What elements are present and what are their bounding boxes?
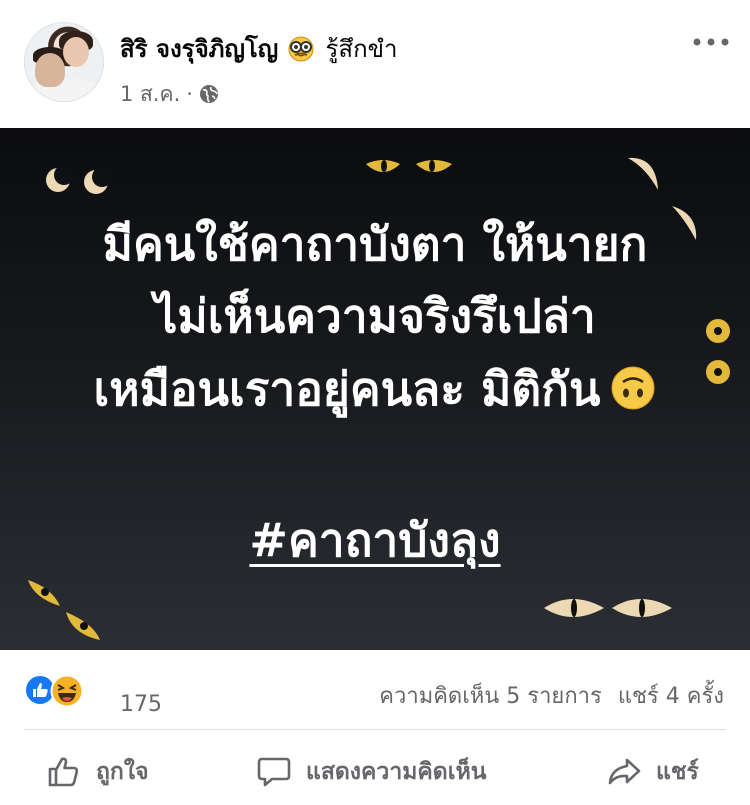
share-button-label: แชร์ bbox=[656, 759, 699, 785]
more-options-icon[interactable] bbox=[688, 28, 734, 56]
share-button[interactable]: แชร์ bbox=[606, 752, 699, 792]
like-button-label: ถูกใจ bbox=[96, 759, 149, 785]
post-stats: 175 ความคิดเห็น 5 รายการ แชร์ 4 ครั้ง bbox=[0, 660, 750, 720]
like-button[interactable]: ถูกใจ bbox=[46, 752, 149, 792]
engagement-counts: ความคิดเห็น 5 รายการ แชร์ 4 ครั้ง bbox=[379, 678, 724, 713]
post-date[interactable]: 1 ส.ค. bbox=[120, 82, 180, 106]
cream-eyes-bottom-icon bbox=[544, 599, 672, 617]
image-text-line-1: มีคนใช้คาถาบังตา ให้นายก bbox=[102, 217, 648, 271]
upside-down-face-emoji-icon bbox=[611, 366, 655, 410]
post-image[interactable]: มีคนใช้คาถาบังตา ให้นายก ไม่เห็นความจริง… bbox=[0, 128, 750, 650]
nerd-glasses-emoji-icon bbox=[288, 36, 314, 62]
globe-icon bbox=[199, 85, 218, 103]
yellow-eyes-top-icon bbox=[366, 160, 452, 172]
post-header: สิริ จงรุจิภิญโญ รู้สึกขำ 1 ส.ค. · bbox=[0, 0, 750, 128]
comment-button[interactable]: แสดงความคิดเห็น bbox=[256, 752, 486, 792]
yellow-slant-eyes-left-icon bbox=[28, 580, 100, 640]
comment-button-label: แสดงความคิดเห็น bbox=[306, 759, 487, 785]
author-name[interactable]: สิริ จงรุจิภิญโญ bbox=[120, 35, 278, 63]
comment-count-link[interactable]: ความคิดเห็น 5 รายการ bbox=[379, 684, 602, 709]
reaction-count: 175 bbox=[120, 692, 162, 717]
post-actions-bar: ถูกใจ แสดงความคิดเห็น แชร์ bbox=[0, 738, 750, 804]
post-meta: 1 ส.ค. · bbox=[120, 78, 219, 111]
image-text-line-2: ไม่เห็นความจริงรึเปล่า bbox=[154, 289, 596, 343]
meta-separator: · bbox=[186, 82, 193, 106]
image-text-line-3: เหมือนเราอยู่คนละ มิติกัน bbox=[0, 353, 750, 425]
feeling-text[interactable]: รู้สึกขำ bbox=[326, 35, 398, 63]
thumbs-up-icon bbox=[48, 757, 79, 787]
image-text-line-3-text: เหมือนเราอยู่คนละ มิติกัน bbox=[93, 362, 601, 416]
haha-reaction-icon bbox=[50, 674, 84, 708]
author-avatar[interactable] bbox=[24, 22, 104, 102]
actions-divider bbox=[24, 729, 726, 730]
hashtag-link[interactable]: #คาถาบังลุง bbox=[0, 504, 750, 576]
author-line: สิริ จงรุจิภิญโญ รู้สึกขำ bbox=[120, 34, 397, 64]
comment-bubble-icon bbox=[257, 757, 291, 787]
crescent-eyes-left-icon bbox=[46, 165, 112, 194]
share-arrow-icon bbox=[608, 758, 641, 785]
share-count-link[interactable]: แชร์ 4 ครั้ง bbox=[618, 684, 724, 709]
